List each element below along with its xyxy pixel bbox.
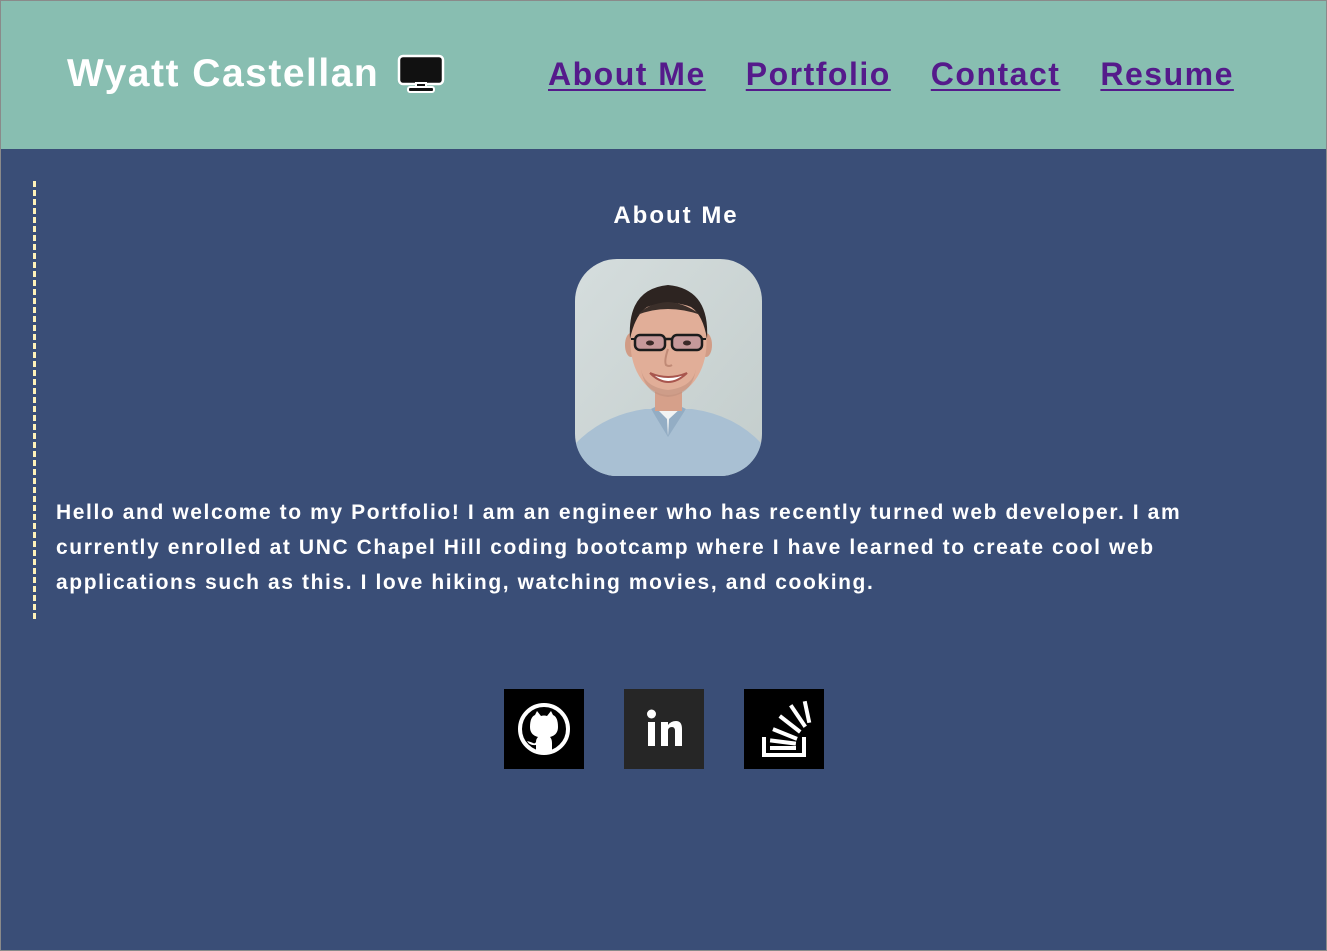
main-nav: About Me Portfolio Contact Resume — [548, 53, 1234, 95]
about-text: Hello and welcome to my Portfolio! I am … — [56, 501, 1182, 594]
social-links — [504, 689, 824, 769]
nav-about-me[interactable]: About Me — [548, 53, 706, 95]
site-title: Wyatt Castellan — [67, 52, 380, 95]
linkedin-icon — [624, 689, 704, 769]
site-header: Wyatt Castellan About Me Portfolio Conta… — [1, 1, 1326, 149]
nav-portfolio[interactable]: Portfolio — [746, 53, 891, 95]
linkedin-link[interactable] — [624, 689, 704, 769]
github-icon — [504, 689, 584, 769]
stackoverflow-link[interactable] — [744, 689, 824, 769]
github-link[interactable] — [504, 689, 584, 769]
brand: Wyatt Castellan — [67, 51, 445, 97]
nav-contact[interactable]: Contact — [931, 53, 1061, 95]
about-section: About Me Hello and welcome to my Portfol… — [33, 181, 1286, 619]
profile-photo — [575, 259, 762, 476]
nav-resume[interactable]: Resume — [1100, 53, 1234, 95]
stackoverflow-icon — [744, 689, 824, 769]
page: Wyatt Castellan About Me Portfolio Conta… — [0, 0, 1327, 951]
about-heading: About Me — [613, 202, 739, 229]
monitor-icon — [397, 54, 445, 94]
